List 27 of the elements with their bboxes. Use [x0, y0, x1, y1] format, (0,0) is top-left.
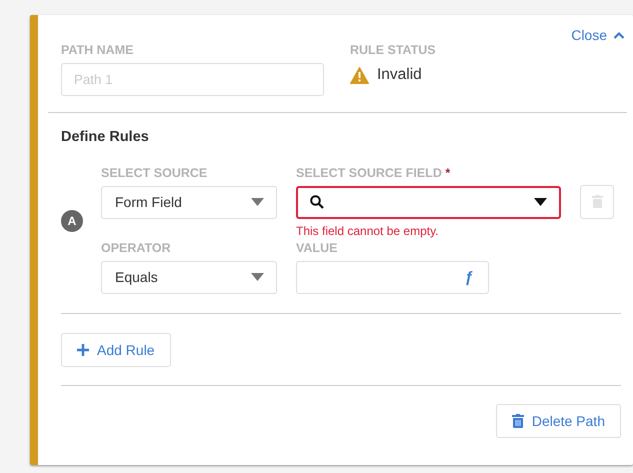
add-rule-button[interactable]: Add Rule — [61, 333, 171, 367]
rule-letter-badge: A — [61, 210, 83, 232]
search-dropdown[interactable] — [296, 186, 561, 218]
field-label: RULE STATUS — [350, 43, 436, 57]
chevron-up-icon — [613, 31, 625, 39]
field-label: PATH NAME — [61, 43, 134, 57]
dropdown-caret-icon — [251, 198, 264, 206]
dropdown[interactable]: Form Field — [101, 186, 277, 218]
search-icon — [310, 195, 324, 209]
warning-icon — [350, 66, 369, 84]
value-field[interactable]: ƒ — [296, 260, 489, 294]
dropdown[interactable]: Equals — [101, 260, 277, 294]
field-label: SELECT SOURCE — [101, 166, 208, 180]
trash-icon — [512, 414, 524, 428]
function-button[interactable]: ƒ — [464, 268, 473, 286]
dropdown-caret-icon — [534, 198, 547, 206]
trash-icon — [592, 195, 602, 208]
status-text: Invalid — [377, 66, 422, 84]
close-link[interactable]: Close — [571, 27, 625, 43]
section-title: Define Rules — [61, 129, 150, 145]
field-label: OPERATOR — [101, 240, 172, 254]
error-message: This field cannot be empty. — [296, 224, 440, 238]
delete-path-button[interactable]: Delete Path — [496, 404, 621, 438]
field-label: SELECT SOURCE FIELD * — [296, 166, 452, 180]
field-label: VALUE — [296, 240, 338, 254]
plus-icon — [77, 344, 89, 356]
dropdown-caret-icon — [251, 273, 264, 281]
